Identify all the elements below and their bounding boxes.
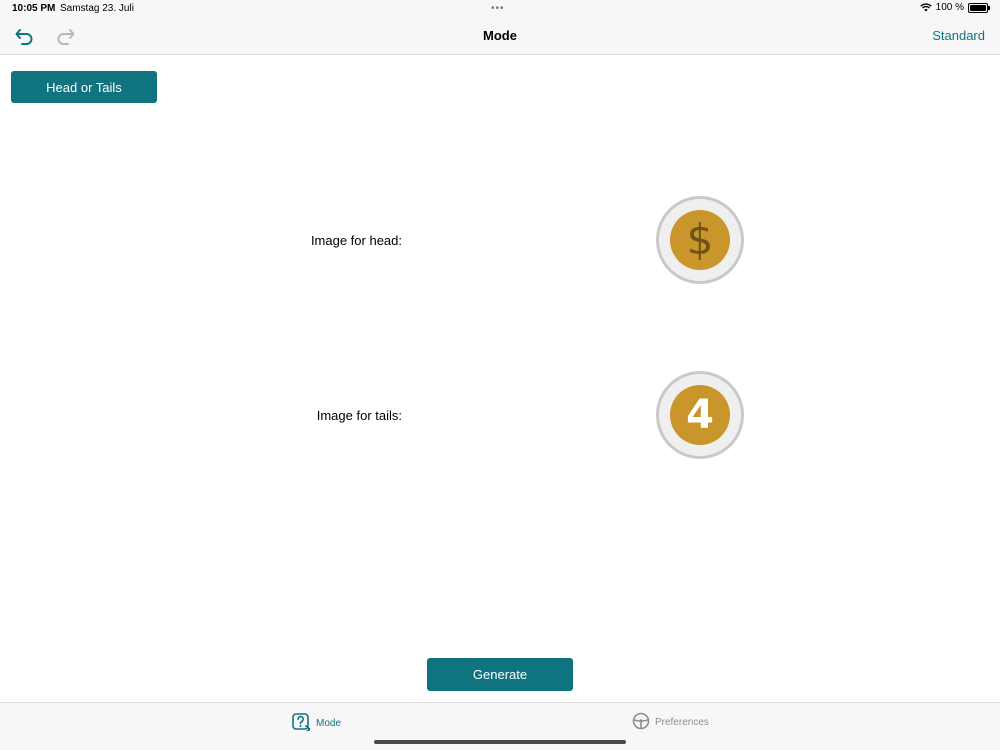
number-coin-icon: 4 <box>670 385 730 445</box>
standard-button[interactable]: Standard <box>932 28 985 43</box>
head-image-label: Image for head: <box>310 233 402 248</box>
tab-preferences[interactable]: Preferences <box>632 712 709 733</box>
mode-select-button[interactable]: Head or Tails <box>11 71 157 103</box>
tab-preferences-label: Preferences <box>655 717 709 728</box>
head-coin-image[interactable]: $ <box>656 196 744 284</box>
navigation-bar: Mode Standard <box>0 18 1000 55</box>
dollar-coin-icon: $ <box>670 210 730 270</box>
tab-mode[interactable]: Mode <box>291 712 341 735</box>
generate-button[interactable]: Generate <box>427 658 573 691</box>
dollar-sign-icon: $ <box>686 215 714 264</box>
tails-image-label: Image for tails: <box>316 408 402 423</box>
status-time: 10:05 PM <box>12 3 56 14</box>
battery-percentage: 100 % <box>935 2 964 13</box>
home-indicator[interactable] <box>374 740 626 744</box>
tails-coin-image[interactable]: 4 <box>656 371 744 459</box>
steering-wheel-icon <box>632 712 650 733</box>
page-title: Mode <box>483 28 517 43</box>
multitasking-dots[interactable]: ••• <box>491 3 505 14</box>
tab-mode-label: Mode <box>316 718 342 729</box>
number-four-glyph: 4 <box>686 392 714 438</box>
status-date: Samstag 23. Juli <box>60 3 134 14</box>
mode-tab-icon <box>291 712 311 735</box>
wifi-icon <box>919 3 932 12</box>
status-bar: 10:05 PM Samstag 23. Juli ••• 100 % <box>0 0 1000 18</box>
status-right: 100 % <box>919 2 990 13</box>
screen: 10:05 PM Samstag 23. Juli ••• 100 % Mode… <box>0 0 1000 750</box>
battery-icon <box>968 2 990 13</box>
